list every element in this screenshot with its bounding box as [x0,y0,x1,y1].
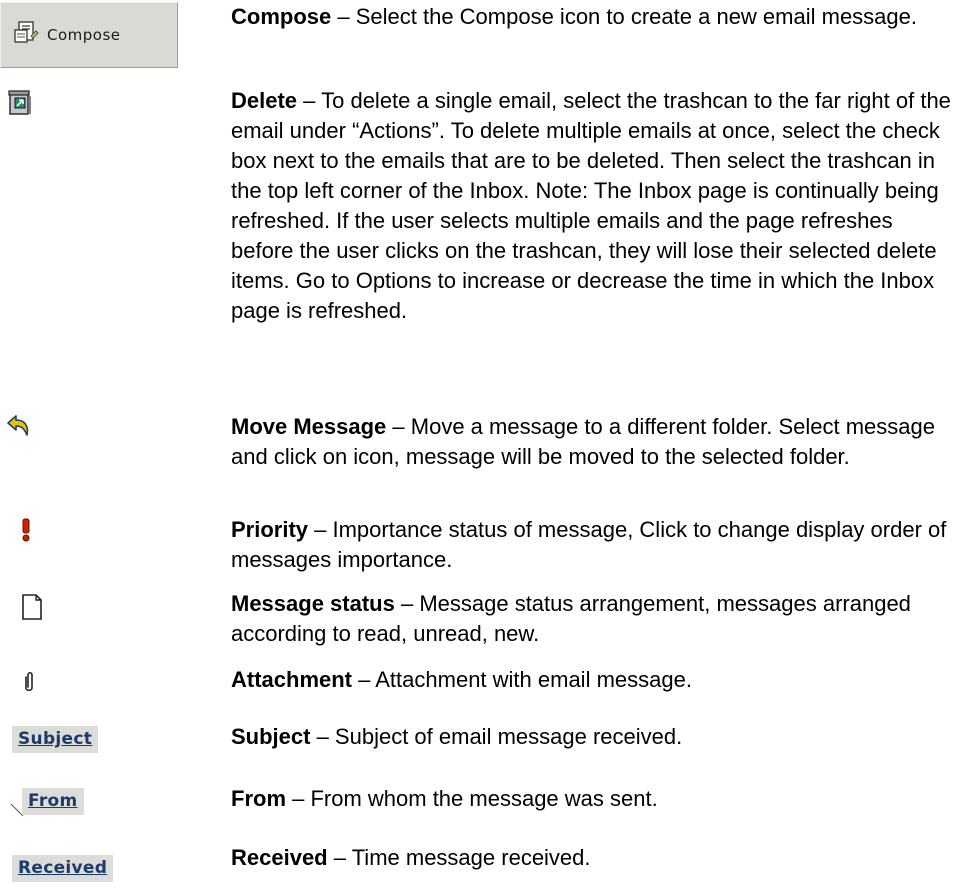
priority-text: – Importance status of message, Click to… [231,517,947,572]
delete-description: Delete – To delete a single email, selec… [231,86,951,326]
move-arrow-icon [4,413,34,446]
compose-row: Compose Compose – Select the Compose ico… [0,0,956,80]
subject-title: Subject [231,724,311,749]
received-description: Received – Time message received. [231,843,951,873]
move-title: Move Message [231,414,387,439]
compose-button-label: Compose [47,26,121,44]
received-title: Received [231,845,328,870]
compose-icon [13,20,39,51]
from-header-link[interactable]: From [22,788,84,815]
received-header-link[interactable]: Received [12,855,114,882]
status-icon-cell[interactable] [20,593,44,625]
priority-icon-cell[interactable] [18,518,34,547]
page-icon [21,593,43,625]
move-icon-cell[interactable] [2,414,36,444]
from-title: From [231,786,286,811]
from-row: From From – From whom the message was se… [0,784,956,824]
received-row: Received Received – Time message receive… [0,843,956,891]
move-description: Move Message – Move a message to a diffe… [231,412,951,472]
delete-text: – To delete a single email, select the t… [231,88,951,323]
from-text: – From whom the message was sent. [286,786,658,811]
subject-text: – Subject of email message received. [310,724,683,749]
attachment-title: Attachment [231,667,353,692]
priority-description: Priority – Importance status of message,… [231,515,951,575]
trashcan-icon [6,88,36,123]
status-row: Message status – Message status arrangem… [0,589,956,654]
received-text: – Time message received. [327,845,591,870]
delete-row: Delete – To delete a single email, selec… [0,86,956,406]
attachment-text: – Attachment with email message. [352,667,692,692]
move-row: Move Message – Move a message to a diffe… [0,412,956,507]
subject-header-link[interactable]: Subject [12,726,99,753]
subject-row: Subject Subject – Subject of email messa… [0,722,956,762]
from-description: From – From whom the message was sent. [231,784,951,814]
delete-icon-cell[interactable] [4,88,38,122]
compose-text: – Select the Compose icon to create a ne… [331,4,917,29]
attachment-icon-cell[interactable] [22,671,36,697]
delete-title: Delete [231,88,298,113]
priority-row: Priority – Importance status of message,… [0,515,956,580]
paperclip-icon [22,670,36,699]
subject-description: Subject – Subject of email message recei… [231,722,951,752]
compose-title: Compose [231,4,332,29]
attachment-description: Attachment – Attachment with email messa… [231,665,951,695]
status-title: Message status [231,591,395,616]
status-description: Message status – Message status arrangem… [231,589,951,649]
compose-description: Compose – Select the Compose icon to cre… [231,2,951,32]
compose-button[interactable]: Compose [0,2,178,68]
priority-title: Priority [231,517,309,542]
exclamation-icon [19,518,33,547]
attachment-row: Attachment – Attachment with email messa… [0,665,956,705]
